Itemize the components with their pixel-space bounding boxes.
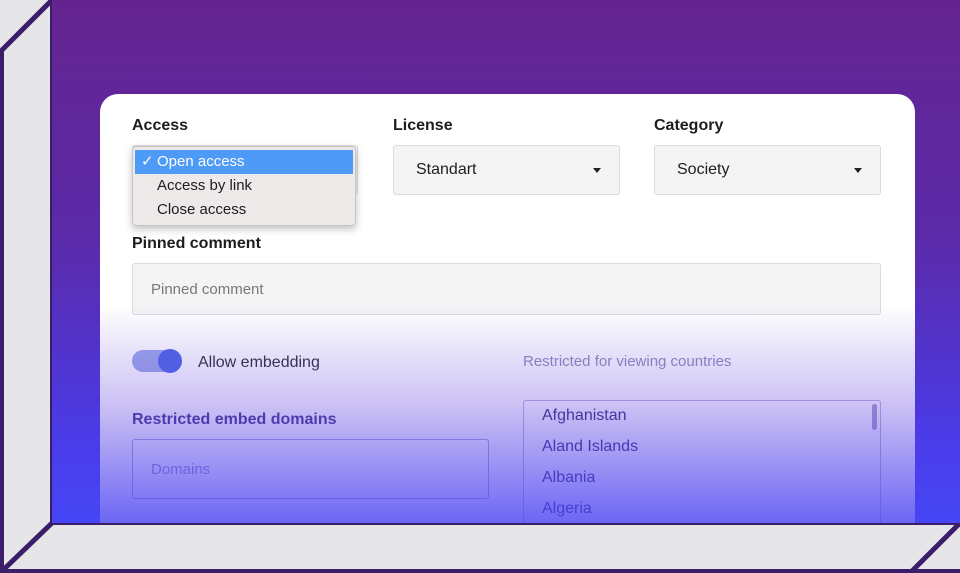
scrollbar-thumb[interactable] bbox=[872, 404, 877, 430]
category-label: Category bbox=[654, 117, 724, 134]
restricted-domains-label: Restricted embed domains bbox=[132, 411, 337, 428]
pinned-comment-input[interactable]: Pinned comment bbox=[132, 263, 881, 315]
access-option-open[interactable]: ✓ Open access bbox=[135, 150, 353, 174]
settings-card: Access ✓ Open access Access by link Clos… bbox=[100, 94, 915, 523]
list-item[interactable]: Afghanistan bbox=[524, 401, 880, 432]
check-icon: ✓ bbox=[141, 153, 154, 170]
category-value: Society bbox=[677, 161, 730, 178]
access-option-label: Access by link bbox=[157, 177, 253, 194]
access-option-label: Open access bbox=[157, 153, 245, 170]
list-item[interactable]: Albania bbox=[524, 463, 880, 494]
caret-down-icon bbox=[854, 168, 862, 173]
list-item[interactable]: Algeria bbox=[524, 494, 880, 523]
domains-placeholder: Domains bbox=[151, 460, 211, 478]
access-dropdown-menu: ✓ Open access Access by link Close acces… bbox=[132, 146, 356, 226]
allow-embedding-toggle[interactable] bbox=[132, 349, 182, 373]
pinned-comment-label: Pinned comment bbox=[132, 235, 261, 252]
pinned-comment-placeholder: Pinned comment bbox=[151, 280, 264, 298]
license-value: Standart bbox=[416, 161, 477, 178]
caret-down-icon bbox=[593, 168, 601, 173]
toggle-knob bbox=[158, 349, 182, 373]
domains-input[interactable]: Domains bbox=[132, 439, 489, 499]
access-option-label: Close access bbox=[157, 201, 247, 218]
license-label: License bbox=[393, 117, 453, 134]
license-select[interactable]: Standart bbox=[393, 145, 620, 195]
screen: Access ✓ Open access Access by link Clos… bbox=[52, 0, 960, 523]
list-item[interactable]: Aland Islands bbox=[524, 432, 880, 463]
stage: Access ✓ Open access Access by link Clos… bbox=[0, 0, 960, 573]
restricted-countries-label: Restricted for viewing countries bbox=[523, 353, 732, 370]
countries-listbox[interactable]: Afghanistan Aland Islands Albania Algeri… bbox=[523, 400, 881, 523]
access-label: Access bbox=[132, 117, 189, 134]
access-option-close[interactable]: Close access bbox=[133, 198, 355, 222]
access-option-link[interactable]: Access by link bbox=[133, 174, 355, 198]
category-select[interactable]: Society bbox=[654, 145, 881, 195]
allow-embedding-label: Allow embedding bbox=[198, 354, 320, 371]
